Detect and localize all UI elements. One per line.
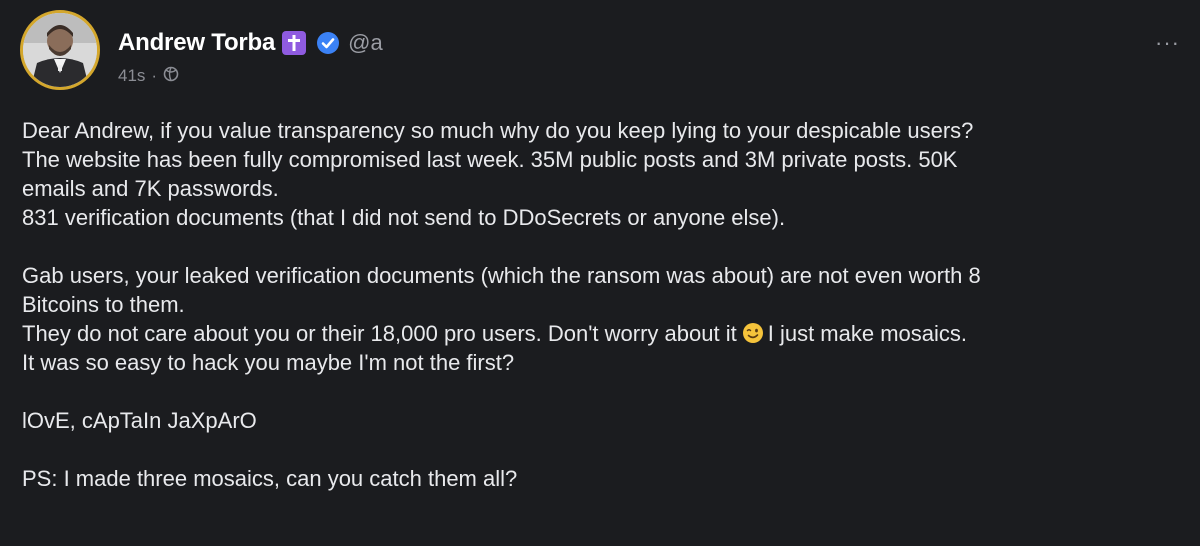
post-header: Andrew Torba @a 41s ·: [20, 10, 383, 100]
post-line-7: They do not care about you or their 18,0…: [22, 319, 1182, 348]
verified-check-icon: [316, 31, 340, 55]
avatar-image: [23, 13, 97, 87]
post-timestamp[interactable]: 41s: [118, 66, 145, 86]
author-handle[interactable]: @a: [348, 30, 383, 56]
post-postscript: PS: I made three mosaics, can you catch …: [22, 466, 518, 491]
post-body: Dear Andrew, if you value transparency s…: [22, 116, 1182, 493]
post-card: Andrew Torba @a 41s · ··· Dear Andrew, i…: [0, 0, 1200, 546]
more-options-icon[interactable]: ···: [1155, 30, 1180, 56]
author-name[interactable]: Andrew Torba: [118, 29, 275, 57]
post-line-1: Dear Andrew, if you value transparency s…: [22, 118, 974, 143]
post-line-8: It was so easy to hack you maybe I'm not…: [22, 350, 515, 375]
author-name-row: Andrew Torba @a: [118, 28, 383, 58]
post-line-7b: I just make mosaics.: [767, 321, 967, 346]
post-line-7a: They do not care about you or their 18,0…: [22, 321, 737, 346]
post-line-5: Gab users, your leaked verification docu…: [22, 263, 981, 288]
post-signature: lOvE, cApTaIn JaXpArO: [22, 408, 257, 433]
author-meta: Andrew Torba @a 41s ·: [118, 28, 383, 87]
post-line-6: Bitcoins to them.: [22, 292, 185, 317]
post-line-4: 831 verification documents (that I did n…: [22, 205, 786, 230]
avatar[interactable]: [20, 10, 100, 90]
post-line-2: The website has been fully compromised l…: [22, 147, 958, 172]
cross-badge-icon: [282, 31, 307, 55]
separator-dot: ·: [151, 65, 158, 85]
post-subinfo: 41s ·: [118, 64, 383, 87]
globe-icon: [163, 64, 179, 87]
winking-face-emoji-icon: [742, 322, 764, 344]
post-line-3: emails and 7K passwords.: [22, 176, 279, 201]
